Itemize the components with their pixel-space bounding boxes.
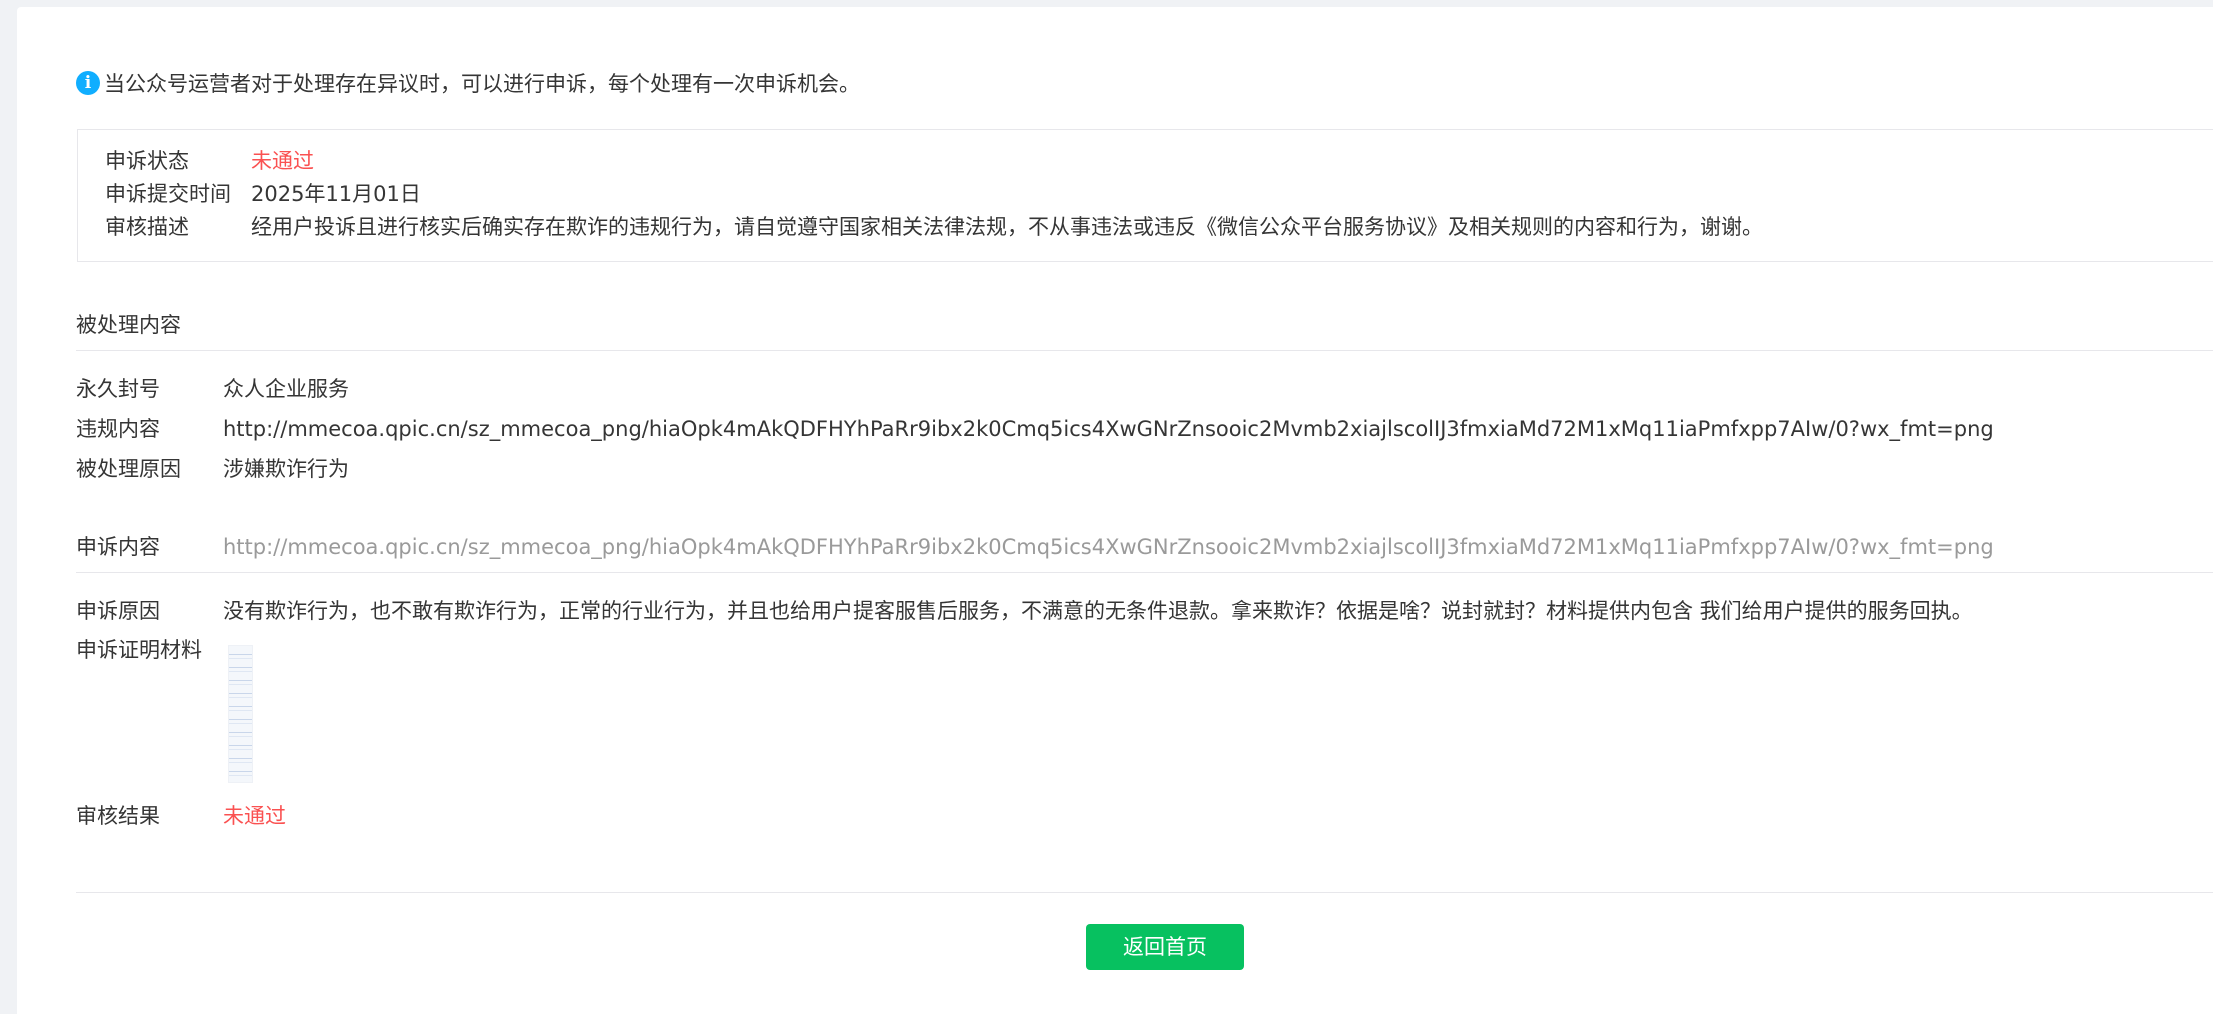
submit-time-label: 申诉提交时间: [105, 182, 231, 206]
review-result-label: 审核结果: [76, 804, 160, 828]
appeal-content-link[interactable]: http://mmecoa.qpic.cn/sz_mmecoa_png/hiaO…: [223, 531, 1994, 563]
appeal-content-label: 申诉内容: [76, 535, 160, 559]
appeal-reason-value: 没有欺诈行为，也不敢有欺诈行为，正常的行业行为，并且也给用户提客服售后服务，不满…: [223, 599, 1973, 623]
back-home-button[interactable]: 返回首页: [1086, 924, 1244, 970]
submit-time-value: 2025年11月01日: [251, 182, 421, 206]
appeal-status-box: 申诉状态 未通过 申诉提交时间 2025年11月01日 审核描述 经用户投诉且进…: [77, 129, 2213, 262]
review-desc-value: 经用户投诉且进行核实后确实存在欺诈的违规行为，请自觉遵守国家相关法律法规，不从事…: [251, 215, 1763, 239]
info-icon: i: [76, 71, 100, 95]
review-result-value: 未通过: [223, 804, 286, 828]
section-divider: [76, 350, 2213, 351]
appeal-divider: [76, 572, 2213, 573]
processed-reason-value: 涉嫌欺诈行为: [223, 457, 349, 481]
appeal-status-label: 申诉状态: [105, 149, 189, 173]
appeal-reason-label: 申诉原因: [76, 599, 160, 623]
violation-label: 违规内容: [76, 417, 160, 441]
evidence-label: 申诉证明材料: [76, 638, 202, 662]
ban-label: 永久封号: [76, 377, 160, 401]
review-desc-label: 审核描述: [105, 215, 189, 239]
processed-reason-label: 被处理原因: [76, 457, 181, 481]
footer-divider: [76, 892, 2213, 893]
evidence-image-thumbnail[interactable]: [228, 645, 253, 783]
processed-section-title: 被处理内容: [76, 313, 181, 337]
appeal-notice: i 当公众号运营者对于处理存在异议时，可以进行申诉，每个处理有一次申诉机会。: [76, 69, 860, 97]
violation-link[interactable]: http://mmecoa.qpic.cn/sz_mmecoa_png/hiaO…: [223, 413, 1994, 445]
ban-value: 众人企业服务: [223, 377, 349, 401]
appeal-status-value: 未通过: [251, 149, 314, 173]
appeal-notice-text: 当公众号运营者对于处理存在异议时，可以进行申诉，每个处理有一次申诉机会。: [104, 72, 860, 96]
